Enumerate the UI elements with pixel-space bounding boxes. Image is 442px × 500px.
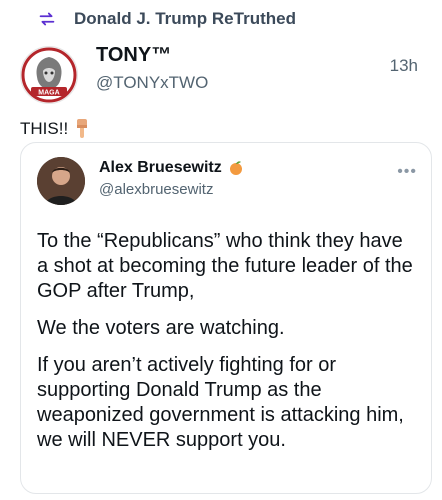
quoted-author-name-text[interactable]: Alex Bruesewitz xyxy=(99,159,222,177)
post-timestamp[interactable]: 13h xyxy=(390,56,418,76)
quoted-author-name[interactable]: Alex Bruesewitz xyxy=(99,159,244,177)
quoted-post-body: To the “Republicans” who think they have… xyxy=(37,229,417,465)
quoted-post-card[interactable]: Alex Bruesewitz @alexbruesewitz ••• To t… xyxy=(20,142,432,494)
retruth-header: Donald J. Trump ReTruthed xyxy=(36,8,296,30)
pointing-down-icon xyxy=(77,119,88,138)
retruth-icon xyxy=(39,12,55,26)
post-text: THIS!! xyxy=(20,118,90,140)
quoted-paragraph: To the “Republicans” who think they have… xyxy=(37,230,413,302)
maga-lion-logo: MAGA xyxy=(21,47,77,103)
peach-icon xyxy=(229,161,242,175)
quoted-avatar[interactable] xyxy=(37,157,85,205)
quoted-paragraph: We the voters are watching. xyxy=(37,317,285,339)
post-author: MAGA TONY™ @TONYxTWO 13h xyxy=(20,42,426,106)
more-options-icon[interactable]: ••• xyxy=(397,163,417,181)
avatar[interactable]: MAGA xyxy=(20,46,78,104)
post-text-content: THIS!! xyxy=(20,119,69,138)
retruth-label: Donald J. Trump ReTruthed xyxy=(74,9,296,28)
quoted-author-handle[interactable]: @alexbruesewitz xyxy=(99,181,213,198)
author-name[interactable]: TONY™ xyxy=(96,44,171,67)
avatar-logo-text: MAGA xyxy=(38,90,59,97)
author-handle[interactable]: @TONYxTWO xyxy=(96,73,208,93)
person-avatar-icon xyxy=(37,157,85,205)
quoted-paragraph: If you aren’t actively fighting for or s… xyxy=(37,354,404,451)
